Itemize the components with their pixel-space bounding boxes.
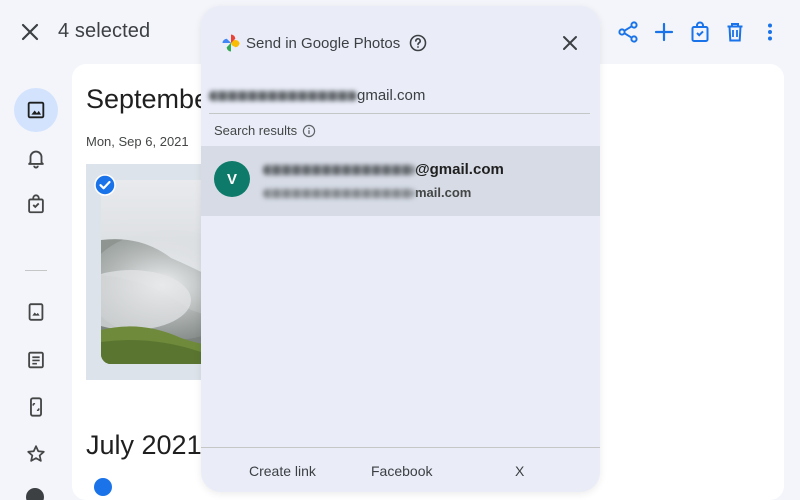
selected-count: 4 selected <box>58 20 151 42</box>
close-icon[interactable] <box>559 32 581 54</box>
create-link-button[interactable]: Create link <box>249 463 316 479</box>
checkmark-icon[interactable] <box>94 478 112 496</box>
star-icon[interactable] <box>14 432 58 476</box>
redacted-text <box>263 165 415 176</box>
redacted-text <box>263 189 415 199</box>
shopping-bag-icon[interactable] <box>14 182 58 226</box>
more-vert-icon[interactable] <box>758 20 782 44</box>
share-sheet: Send in Google Photos gmail.com Search r… <box>201 6 600 492</box>
x-button[interactable]: X <box>515 463 524 479</box>
share-sheet-title: Send in Google Photos <box>246 35 401 52</box>
share-sheet-footer: Create link Facebook X <box>201 447 600 492</box>
share-sheet-header: Send in Google Photos <box>201 6 600 78</box>
phone-icon[interactable] <box>14 385 58 429</box>
info-icon[interactable] <box>302 124 316 138</box>
redacted-text <box>209 91 357 102</box>
month-heading-july: July 2021 <box>86 430 202 460</box>
contact-name: @gmail.com <box>263 161 504 178</box>
date-label: Mon, Sep 6, 2021 <box>86 134 189 149</box>
recipient-search-input[interactable]: gmail.com <box>209 80 590 114</box>
avatar: V <box>214 161 250 197</box>
contact-email-visible: mail.com <box>415 185 472 200</box>
facebook-button[interactable]: Facebook <box>371 463 432 479</box>
photos-icon[interactable] <box>14 88 58 132</box>
rail-partial-icon[interactable] <box>26 488 44 500</box>
help-icon[interactable] <box>408 33 428 53</box>
trash-icon[interactable] <box>723 20 747 44</box>
rail-divider <box>25 270 47 271</box>
contact-name-visible: @gmail.com <box>415 161 504 178</box>
google-photos-logo-icon <box>221 33 241 53</box>
contact-result-row[interactable]: V @gmail.com mail.com <box>201 146 600 216</box>
bell-icon[interactable] <box>14 136 58 180</box>
share-icon[interactable] <box>616 20 640 44</box>
shopping-bag-icon[interactable] <box>688 20 712 44</box>
album-icon[interactable] <box>14 290 58 334</box>
close-selection-icon[interactable] <box>18 20 42 44</box>
add-icon[interactable] <box>652 20 676 44</box>
document-icon[interactable] <box>14 338 58 382</box>
month-heading: Septembe <box>86 84 210 114</box>
checkmark-icon[interactable] <box>94 174 116 196</box>
search-results-label: Search results <box>214 123 298 138</box>
contact-email: mail.com <box>263 185 471 200</box>
recipient-input-value: gmail.com <box>357 87 426 104</box>
